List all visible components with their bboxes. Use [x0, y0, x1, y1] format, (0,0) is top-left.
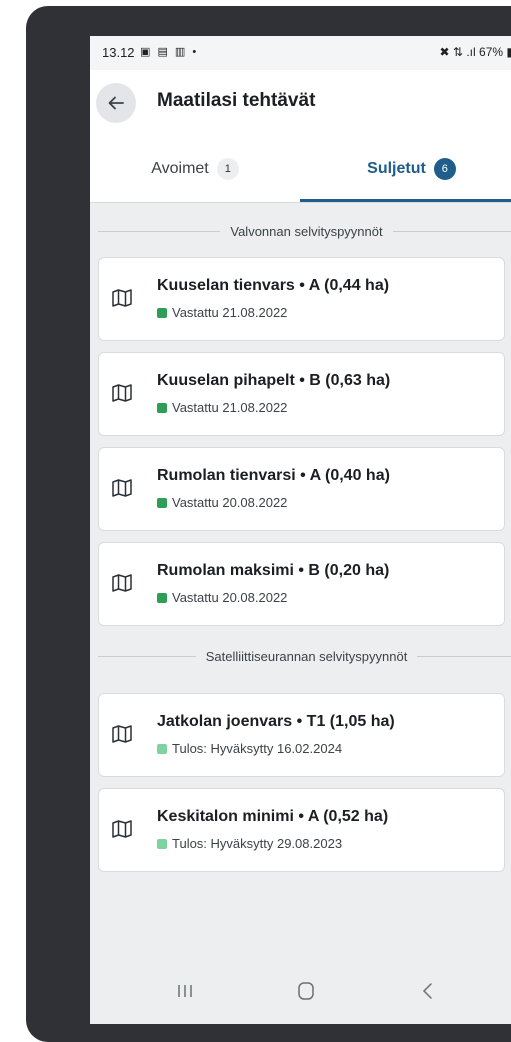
- list-item[interactable]: Keskitalon minimi • A (0,52 ha) Tulos: H…: [98, 788, 505, 872]
- status-right: ✖ ⇅ .ıl 67% ▮: [440, 45, 511, 59]
- status-text: Tulos: Hyväksytty 16.02.2024: [172, 741, 343, 756]
- item-status: Vastattu 20.08.2022: [157, 590, 287, 605]
- home-button[interactable]: [291, 978, 321, 1004]
- notification-icons: ▣ ▤ ▥ •: [140, 46, 199, 58]
- signal-icons: ✖ ⇅ .ıl: [439, 45, 476, 59]
- divider: [392, 230, 511, 232]
- phone-frame: 13.12 ▣ ▤ ▥ • ✖ ⇅ .ıl 67% ▮ Maatilasi te…: [26, 6, 511, 1042]
- section-title: Valvonnan selvityspyynnöt: [230, 223, 383, 239]
- page-title: Maatilasi tehtävät: [157, 90, 316, 111]
- item-title: Kuuselan tienvars • A (0,44 ha): [157, 277, 390, 294]
- tab-label: Avoimet: [151, 160, 209, 177]
- arrow-left-icon: [108, 96, 124, 110]
- app-bar: Maatilasi tehtävät: [90, 70, 511, 136]
- status-dot: [157, 497, 167, 508]
- count-badge: 6: [433, 158, 456, 180]
- tab-suljetut[interactable]: Suljetut 6: [300, 136, 511, 202]
- divider: [98, 230, 221, 232]
- status-dot: [157, 402, 167, 413]
- status-text: Tulos: Hyväksytty 29.08.2023: [172, 836, 343, 851]
- status-text: Vastattu 20.08.2022: [172, 495, 288, 510]
- status-dot: [157, 307, 167, 318]
- battery-icon: ▮: [506, 45, 511, 59]
- map-icon: [112, 479, 132, 497]
- tab-label: Suljetut: [367, 160, 426, 177]
- item-title: Jatkolan joenvars • T1 (1,05 ha): [157, 713, 395, 730]
- status-text: Vastattu 20.08.2022: [172, 590, 288, 605]
- divider: [98, 655, 196, 657]
- section-header: Valvonnan selvityspyynnöt: [98, 221, 511, 241]
- status-bar: 13.12 ▣ ▤ ▥ • ✖ ⇅ .ıl 67% ▮: [90, 36, 511, 70]
- section-title: Satelliittiseurannan selvityspyynnöt: [205, 648, 408, 664]
- system-nav-bar: [90, 958, 511, 1024]
- item-title: Rumolan maksimi • B (0,20 ha): [157, 562, 390, 579]
- list-item[interactable]: Jatkolan joenvars • T1 (1,05 ha) Tulos: …: [98, 693, 505, 777]
- recent-apps-icon: [178, 985, 192, 997]
- status-text: Vastattu 21.08.2022: [172, 305, 288, 320]
- item-status: Vastattu 21.08.2022: [157, 400, 287, 415]
- list-item[interactable]: Kuuselan tienvars • A (0,44 ha) Vastattu…: [98, 257, 505, 341]
- battery-level: 67%: [479, 45, 504, 59]
- item-status: Vastattu 20.08.2022: [157, 495, 287, 510]
- item-status: Vastattu 21.08.2022: [157, 305, 287, 320]
- status-dot: [157, 743, 167, 754]
- item-status: Tulos: Hyväksytty 16.02.2024: [157, 741, 342, 756]
- section-header: Satelliittiseurannan selvityspyynnöt: [98, 646, 511, 666]
- status-dot: [157, 592, 167, 603]
- back-button[interactable]: [96, 83, 136, 123]
- map-icon: [112, 384, 132, 402]
- map-icon: [112, 725, 132, 743]
- status-time: 13.12: [102, 45, 135, 60]
- map-icon: [112, 574, 132, 592]
- home-icon: [298, 982, 314, 1000]
- count-badge: 1: [216, 158, 239, 180]
- item-title: Kuuselan pihapelt • B (0,63 ha): [157, 372, 391, 389]
- system-back-button[interactable]: [413, 978, 443, 1004]
- item-title: Rumolan tienvarsi • A (0,40 ha): [157, 467, 390, 484]
- tab-bar: Avoimet 1 Suljetut 6: [90, 136, 511, 203]
- recent-apps-button[interactable]: [170, 978, 200, 1004]
- chevron-left-icon: [422, 983, 432, 999]
- item-status: Tulos: Hyväksytty 29.08.2023: [157, 836, 342, 851]
- map-icon: [112, 820, 132, 838]
- item-title: Keskitalon minimi • A (0,52 ha): [157, 808, 389, 825]
- tab-avoimet[interactable]: Avoimet 1: [90, 136, 300, 202]
- list-item[interactable]: Kuuselan pihapelt • B (0,63 ha) Vastattu…: [98, 352, 505, 436]
- divider: [417, 655, 511, 657]
- status-dot: [157, 838, 167, 849]
- status-text: Vastattu 21.08.2022: [172, 400, 288, 415]
- active-tab-indicator: [300, 199, 511, 202]
- list-item[interactable]: Rumolan maksimi • B (0,20 ha) Vastattu 2…: [98, 542, 505, 626]
- map-icon: [112, 289, 132, 307]
- list-item[interactable]: Rumolan tienvarsi • A (0,40 ha) Vastattu…: [98, 447, 505, 531]
- screen: 13.12 ▣ ▤ ▥ • ✖ ⇅ .ıl 67% ▮ Maatilasi te…: [90, 36, 511, 1024]
